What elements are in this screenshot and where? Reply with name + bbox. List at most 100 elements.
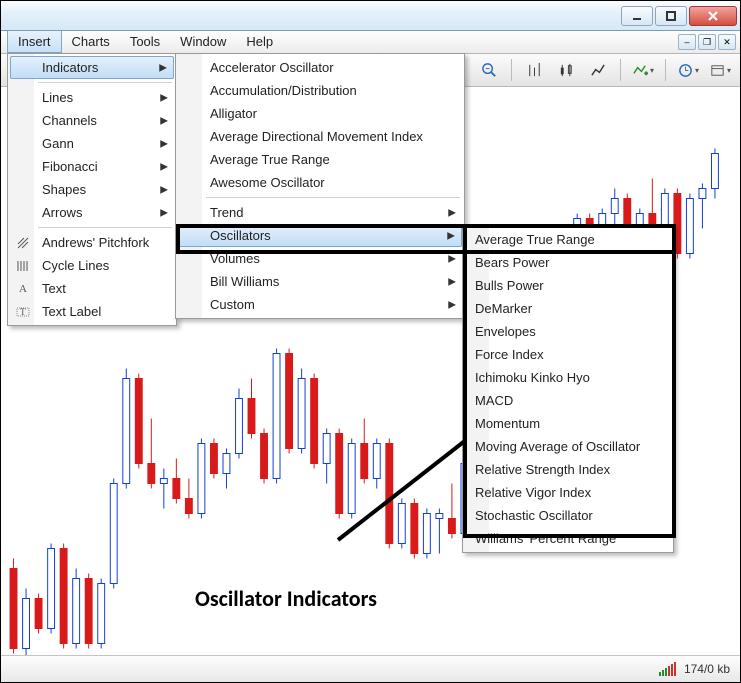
menu-item-awesome-oscillator[interactable]: Awesome Oscillator	[178, 171, 462, 194]
menu-item-demarker[interactable]: DeMarker	[465, 297, 671, 320]
menu-item-label: Average True Range	[210, 152, 330, 167]
toolbar-divider	[511, 59, 512, 81]
menu-item-average-true-range[interactable]: Average True Range	[178, 148, 462, 171]
submenu-arrow-icon: ▶	[160, 138, 168, 149]
menu-item-arrows[interactable]: Arrows▶	[10, 201, 174, 224]
menu-separator	[38, 82, 172, 83]
menu-item-accelerator-oscillator[interactable]: Accelerator Oscillator	[178, 56, 462, 79]
menu-item-macd[interactable]: MACD	[465, 389, 671, 412]
menu-item-bill-williams[interactable]: Bill Williams▶	[178, 270, 462, 293]
menu-charts[interactable]: Charts	[62, 31, 120, 53]
mdi-minimize-button[interactable]: –	[678, 34, 696, 50]
submenu-arrow-icon: ▶	[160, 161, 168, 172]
menu-item-label: Bill Williams	[210, 274, 279, 289]
cycle-icon	[15, 258, 31, 274]
mdi-close-button[interactable]: ✕	[718, 34, 736, 50]
periodicity-button[interactable]: ▾	[674, 58, 702, 82]
submenu-arrow-icon: ▶	[448, 253, 456, 264]
menu-item-average-true-range[interactable]: Average True Range	[465, 228, 671, 251]
menu-item-accumulation-distribution[interactable]: Accumulation/Distribution	[178, 79, 462, 102]
menu-item-label: Accumulation/Distribution	[210, 83, 357, 98]
menu-separator	[38, 227, 172, 228]
zoom-out-button[interactable]	[475, 58, 503, 82]
menu-item-text-label[interactable]: T Text Label	[10, 300, 174, 323]
menu-insert[interactable]: Insert	[7, 31, 62, 53]
add-indicator-button[interactable]: ▾	[629, 58, 657, 82]
menu-item-force-index[interactable]: Force Index	[465, 343, 671, 366]
maximize-button[interactable]	[655, 6, 687, 26]
menu-item-label: Shapes	[42, 182, 86, 197]
close-button[interactable]	[689, 6, 737, 26]
connection-text: 174/0 kb	[684, 662, 730, 676]
connection-bars-icon	[659, 662, 676, 676]
titlebar	[1, 1, 740, 31]
menu-item-text[interactable]: AText	[10, 277, 174, 300]
menu-item-stochastic-oscillator[interactable]: Stochastic Oscillator	[465, 504, 671, 527]
menu-item-volumes[interactable]: Volumes ▶	[178, 247, 462, 270]
menu-help[interactable]: Help	[236, 31, 283, 53]
menu-item-label: Gann	[42, 136, 74, 151]
menu-item-lines[interactable]: Lines▶	[10, 86, 174, 109]
mdi-controls: – ❐ ✕	[678, 31, 740, 53]
menu-item-label: Cycle Lines	[42, 258, 109, 273]
menu-item-cycle-lines[interactable]: Cycle Lines	[10, 254, 174, 277]
insert-dropdown: Indicators▶Lines▶Channels▶Gann▶Fibonacci…	[7, 53, 177, 326]
menu-item-shapes[interactable]: Shapes▶	[10, 178, 174, 201]
menu-item-label: Relative Strength Index	[475, 462, 610, 477]
menu-item-label: Andrews' Pitchfork	[42, 235, 149, 250]
menu-item-indicators[interactable]: Indicators ▶	[10, 56, 174, 79]
menu-item-label: Lines	[42, 90, 73, 105]
menu-item-trend[interactable]: Trend▶	[178, 201, 462, 224]
menu-item-label: Text	[42, 281, 66, 296]
menu-item-label: Bulls Power	[475, 278, 544, 293]
bar-chart-button[interactable]	[520, 58, 548, 82]
menu-item-relative-strength-index[interactable]: Relative Strength Index	[465, 458, 671, 481]
menu-item-moving-average-of-oscillator[interactable]: Moving Average of Oscillator	[465, 435, 671, 458]
menu-item-williams-percent-range[interactable]: Williams' Percent Range	[465, 527, 671, 550]
submenu-arrow-icon: ▶	[447, 230, 455, 241]
menu-item-label: MACD	[475, 393, 513, 408]
menu-item-bulls-power[interactable]: Bulls Power	[465, 274, 671, 297]
menu-item-label: Arrows	[42, 205, 82, 220]
submenu-arrow-icon: ▶	[159, 62, 167, 73]
menu-item-label: Indicators	[42, 60, 98, 75]
menu-item-momentum[interactable]: Momentum	[465, 412, 671, 435]
candlestick-button[interactable]	[552, 58, 580, 82]
menu-item-label: Trend	[210, 205, 243, 220]
menu-item-label: DeMarker	[475, 301, 532, 316]
statusbar: 174/0 kb	[1, 655, 740, 682]
menu-item-alligator[interactable]: Alligator	[178, 102, 462, 125]
menu-item-label: Text Label	[42, 304, 101, 319]
templates-button[interactable]: ▾	[706, 58, 734, 82]
oscillators-dropdown: Average True RangeBears Power Bulls Power…	[462, 225, 674, 553]
menu-item-ichimoku-kinko-hyo[interactable]: Ichimoku Kinko Hyo	[465, 366, 671, 389]
toolbar-divider	[665, 59, 666, 81]
menu-item-label: Accelerator Oscillator	[210, 60, 334, 75]
menu-window[interactable]: Window	[170, 31, 236, 53]
menu-item-label: Fibonacci	[42, 159, 98, 174]
label-icon: T	[15, 304, 31, 320]
menu-item-label: Custom	[210, 297, 255, 312]
menu-item-average-directional-movement-index[interactable]: Average Directional Movement Index	[178, 125, 462, 148]
menu-item-channels[interactable]: Channels▶	[10, 109, 174, 132]
menu-separator	[206, 197, 460, 198]
mdi-restore-button[interactable]: ❐	[698, 34, 716, 50]
menu-item-label: Ichimoku Kinko Hyo	[475, 370, 590, 385]
menu-item-fibonacci[interactable]: Fibonacci ▶	[10, 155, 174, 178]
menu-item-custom[interactable]: Custom▶	[178, 293, 462, 316]
menu-item-relative-vigor-index[interactable]: Relative Vigor Index	[465, 481, 671, 504]
menu-item-envelopes[interactable]: Envelopes	[465, 320, 671, 343]
menu-item-andrews-pitchfork[interactable]: Andrews' Pitchfork	[10, 231, 174, 254]
menu-item-bears-power[interactable]: Bears Power	[465, 251, 671, 274]
svg-text:T: T	[20, 307, 26, 317]
menu-item-gann[interactable]: Gann ▶	[10, 132, 174, 155]
minimize-button[interactable]	[621, 6, 653, 26]
menu-item-label: Volumes	[210, 251, 260, 266]
menu-item-label: Alligator	[210, 106, 257, 121]
menu-item-label: Oscillators	[210, 228, 271, 243]
annotation-label: Oscillator Indicators	[195, 585, 377, 612]
line-chart-button[interactable]	[584, 58, 612, 82]
menu-tools[interactable]: Tools	[120, 31, 170, 53]
menu-item-oscillators[interactable]: Oscillators ▶	[178, 224, 462, 247]
menu-item-label: Momentum	[475, 416, 540, 431]
